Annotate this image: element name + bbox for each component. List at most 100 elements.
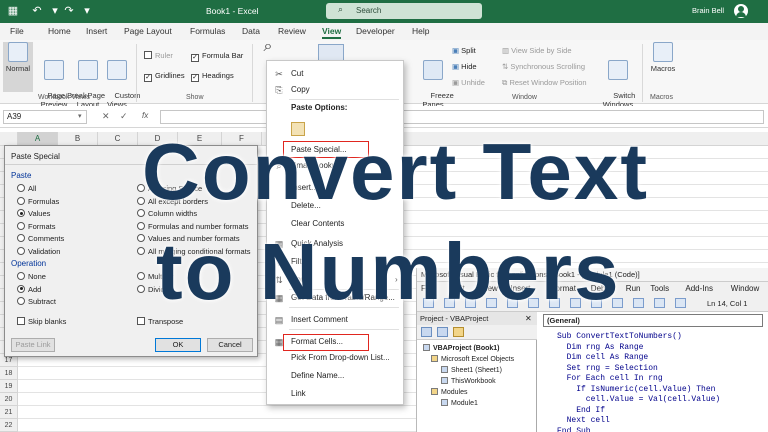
- tree-item-thisworkbook[interactable]: ThisWorkbook: [441, 377, 496, 385]
- radio-button[interactable]: [17, 272, 25, 280]
- vba-menu-add-ins[interactable]: Add-Ins: [685, 284, 713, 293]
- paste-link-button[interactable]: Paste Link: [11, 338, 55, 352]
- radio-button[interactable]: [17, 246, 25, 255]
- vba-toolbar-icon[interactable]: [675, 298, 686, 308]
- enter-icon[interactable]: ✓: [120, 111, 128, 122]
- vba-toolbar-icon[interactable]: [654, 298, 665, 308]
- search-box[interactable]: ⌕ Search: [326, 3, 482, 19]
- radio-all[interactable]: All: [17, 184, 36, 193]
- code-line[interactable]: End If: [557, 406, 605, 415]
- tree-item-modules[interactable]: Modules: [431, 388, 467, 396]
- cancel-button[interactable]: Cancel: [207, 338, 253, 352]
- tab-view[interactable]: View: [322, 26, 342, 39]
- tab-data[interactable]: Data: [242, 26, 260, 36]
- zoom-button[interactable]: ⌕: [258, 39, 278, 55]
- gridlines-checkbox[interactable]: ✓ Gridlines: [144, 71, 185, 82]
- normal-view-button[interactable]: Normal: [3, 42, 33, 92]
- tab-review[interactable]: Review: [278, 26, 306, 36]
- tab-developer[interactable]: Developer: [356, 26, 395, 36]
- code-line[interactable]: Sub ConvertTextToNumbers(): [557, 332, 682, 341]
- code-line[interactable]: End Sub: [557, 427, 591, 432]
- radio-none[interactable]: None: [17, 272, 46, 281]
- insert-function-icon[interactable]: fx: [142, 111, 148, 120]
- column-header-c[interactable]: C: [98, 132, 138, 146]
- code-line[interactable]: Dim rng As Range: [557, 343, 644, 352]
- quick-access-more-icon[interactable]: ▾: [80, 4, 94, 18]
- tab-formulas[interactable]: Formulas: [190, 26, 225, 36]
- radio-add[interactable]: Add: [17, 284, 41, 294]
- vba-menu-run[interactable]: Run: [626, 284, 641, 293]
- ok-button[interactable]: OK: [155, 338, 201, 352]
- unhide-button[interactable]: ▣ Unhide: [452, 78, 485, 87]
- redo-icon[interactable]: ↷: [62, 4, 76, 18]
- menu-item-define-name[interactable]: Define Name...: [291, 371, 344, 380]
- radio-button[interactable]: [17, 209, 25, 217]
- row-header-19[interactable]: 19: [0, 380, 18, 393]
- formula-input[interactable]: [160, 110, 764, 124]
- radio-button[interactable]: [17, 297, 25, 305]
- radio-subtract[interactable]: Subtract: [17, 297, 56, 306]
- tree-item-microsoft-excel-objects[interactable]: Microsoft Excel Objects: [431, 355, 514, 363]
- code-line[interactable]: For Each cell In rng: [557, 374, 663, 383]
- synchronous-scrolling-button[interactable]: ⇅ Synchronous Scrolling: [502, 62, 585, 71]
- radio-button[interactable]: [17, 234, 25, 242]
- autosave-icon[interactable]: ▦: [6, 4, 20, 18]
- radio-formats[interactable]: Formats: [17, 221, 56, 231]
- headings-checkbox[interactable]: ✓ Headings: [191, 71, 234, 82]
- transpose-checkbox[interactable]: Transpose: [137, 317, 183, 326]
- toggle-folders-icon[interactable]: [453, 327, 464, 337]
- code-line[interactable]: Next cell: [557, 416, 610, 425]
- radio-button[interactable]: [137, 246, 145, 255]
- tree-item-vbaproject-book1[interactable]: VBAProject (Book1): [423, 344, 500, 352]
- column-header-b[interactable]: B: [58, 132, 98, 146]
- skip-blanks-checkbox[interactable]: Skip blanks: [17, 317, 66, 326]
- select-all-corner[interactable]: [0, 132, 18, 146]
- radio-button[interactable]: [17, 284, 25, 293]
- code-window[interactable]: (General) Sub ConvertTextToNumbers() Dim…: [539, 312, 768, 432]
- tab-page-layout[interactable]: Page Layout: [124, 26, 172, 36]
- undo-icon[interactable]: ↶: [30, 4, 44, 18]
- name-box[interactable]: A39: [3, 110, 87, 124]
- radio-button[interactable]: [17, 196, 25, 205]
- ruler-checkbox[interactable]: Ruler: [144, 51, 173, 60]
- avatar[interactable]: [734, 4, 748, 18]
- tree-item-sheet1-sheet1[interactable]: Sheet1 (Sheet1): [441, 366, 502, 374]
- radio-values[interactable]: Values: [17, 209, 50, 218]
- tab-home[interactable]: Home: [48, 26, 71, 36]
- row-header-21[interactable]: 21: [0, 406, 18, 419]
- code-line[interactable]: Dim cell As Range: [557, 353, 649, 362]
- hide-button[interactable]: ▣ Hide: [452, 62, 477, 71]
- menu-item-cut[interactable]: Cut: [291, 69, 303, 78]
- radio-button[interactable]: [137, 234, 145, 242]
- radio-button[interactable]: [137, 284, 145, 293]
- formula-bar-checkbox[interactable]: ✓ Formula Bar: [191, 51, 243, 62]
- undo-dropdown-icon[interactable]: ▾: [48, 4, 62, 18]
- vba-toolbar-icon[interactable]: [633, 298, 644, 308]
- menu-item-link[interactable]: Link: [291, 389, 306, 398]
- tab-insert[interactable]: Insert: [86, 26, 107, 36]
- radio-comments[interactable]: Comments: [17, 234, 64, 243]
- code-line[interactable]: If IsNumeric(cell.Value) Then: [557, 385, 715, 394]
- radio-button[interactable]: [17, 221, 25, 230]
- row-header-20[interactable]: 20: [0, 393, 18, 406]
- tab-file[interactable]: File: [10, 26, 24, 36]
- code-line[interactable]: Set rng = Selection: [557, 364, 658, 373]
- view-object-icon[interactable]: [437, 327, 448, 337]
- radio-button[interactable]: [137, 272, 145, 280]
- view-side-by-side-button[interactable]: ▥ View Side by Side: [502, 46, 572, 55]
- column-header-a[interactable]: A: [18, 132, 58, 146]
- radio-formulas[interactable]: Formulas: [17, 196, 59, 206]
- tree-item-module1[interactable]: Module1: [441, 399, 478, 407]
- view-code-icon[interactable]: [421, 327, 432, 337]
- code-line[interactable]: cell.Value = Val(cell.Value): [557, 395, 720, 404]
- row-header-18[interactable]: 18: [0, 367, 18, 380]
- user-name[interactable]: Brain Bell: [692, 6, 724, 15]
- macros-button[interactable]: Macros: [648, 42, 678, 73]
- row-header-22[interactable]: 22: [0, 419, 18, 432]
- menu-item-copy[interactable]: Copy: [291, 85, 310, 94]
- menu-item-insert-comment[interactable]: Insert Comment: [291, 315, 348, 324]
- name-box-dropdown-icon[interactable]: ▾: [78, 112, 82, 120]
- radio-button[interactable]: [17, 184, 25, 192]
- menu-item-pick-from-drop-down-list[interactable]: Pick From Drop-down List...: [291, 353, 390, 362]
- vba-menu-tools[interactable]: Tools: [650, 284, 669, 293]
